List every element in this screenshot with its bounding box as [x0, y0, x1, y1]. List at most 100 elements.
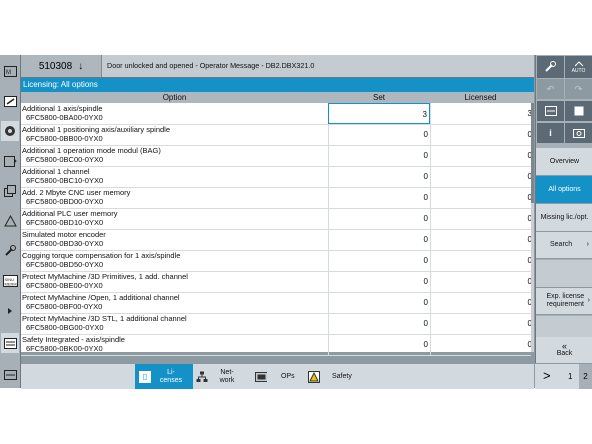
softkey-empty-5[interactable] — [536, 260, 592, 288]
set-value-cell[interactable]: 0 — [328, 187, 430, 208]
option-code: 6FC5800-0BB00-0YX0 — [26, 134, 103, 143]
licensed-value-cell: 0 — [430, 334, 532, 355]
option-code: 6FC5800-0BD00-0YX0 — [26, 197, 104, 206]
softkey-search[interactable]: Search › — [536, 232, 592, 259]
table-row[interactable]: Safety Integrated - axis/spindle 6FC5800-… — [21, 334, 532, 356]
diagnostics-warning-icon[interactable] — [1, 211, 19, 231]
set-value-cell[interactable]: 0 — [328, 145, 430, 166]
program-area-icon[interactable] — [1, 151, 19, 171]
page-navigation: > 1 2 — [535, 363, 592, 389]
licensed-value-cell: 3 — [430, 103, 532, 124]
option-name: Simulated motor encoder — [22, 230, 106, 239]
info-icon[interactable]: i — [537, 123, 564, 143]
table-row[interactable]: Additional 1 positioning axis/auxiliary … — [21, 124, 532, 146]
svg-text:M: M — [6, 70, 11, 76]
set-value-cell[interactable]: 0 — [328, 229, 430, 250]
licensed-value-cell: 0 — [430, 208, 532, 229]
option-name: Additional 1 axis/spindle — [22, 104, 103, 113]
expand-arrow-icon[interactable] — [1, 303, 19, 319]
auto-mode-icon[interactable]: AUTO — [565, 56, 592, 78]
softkey-overview[interactable]: Overview — [536, 148, 592, 176]
column-header-option: Option — [162, 93, 187, 102]
alarm-arrow-icon: ↓ — [78, 60, 84, 72]
softkey-ops-label: OPs — [281, 373, 295, 380]
table-row[interactable]: Add. 2 Mbyte CNC user memory 6FC5800-0BD0… — [21, 187, 532, 209]
softkey-export-label: Exp. license requirement — [546, 293, 585, 308]
set-value-cell[interactable]: 0 — [328, 313, 430, 334]
set-value-cell[interactable]: 0 — [328, 334, 430, 355]
undo-icon[interactable]: ↶ — [537, 79, 564, 99]
option-name: Safety Integrated - axis/spindle — [22, 335, 125, 344]
option-code: 6FC5800-0BD50-0YX0 — [26, 260, 104, 269]
setup-wrench-icon[interactable] — [1, 241, 19, 261]
program-manager-icon[interactable] — [1, 181, 19, 201]
screen-view-icon[interactable] — [1, 333, 19, 353]
set-value-cell[interactable]: 3 — [328, 103, 430, 124]
licensed-value-cell: 0 — [430, 166, 532, 187]
hmi-screen: M SINU MERIK 510308 ↓ Door unlocked and … — [0, 55, 592, 389]
page-title: Licensing: All options — [21, 78, 534, 92]
redo-icon[interactable]: ↷ — [565, 79, 592, 99]
machine-area-icon[interactable]: M — [1, 61, 19, 81]
softkey-all-options[interactable]: All options — [536, 176, 592, 204]
option-name: Add. 2 Mbyte CNC user memory — [22, 188, 131, 197]
startup-area-icon[interactable] — [1, 121, 19, 141]
option-code: 6FC5800-0BC10-0YX0 — [26, 176, 104, 185]
camera-icon[interactable] — [565, 123, 592, 143]
table-row[interactable]: Protect MyMachine /3D STL, 1 additional … — [21, 313, 532, 335]
table-row[interactable]: Simulated motor encoder 6FC5800-0BD30-0YX… — [21, 229, 532, 251]
option-code: 6FC5800-0BE00-0YX0 — [26, 281, 103, 290]
window-icon[interactable] — [565, 101, 592, 121]
table-row[interactable]: Cogging torque compensation for 1 axis/s… — [21, 250, 532, 272]
licensed-value-cell: 0 — [430, 124, 532, 145]
svg-text:MERIK: MERIK — [4, 282, 17, 287]
softkey-network[interactable]: Net-work — [194, 364, 252, 389]
softkey-missing-licenses[interactable]: Missing lic./opt. — [536, 204, 592, 232]
option-code: 6FC5800-0BK00-0YX0 — [26, 344, 103, 353]
page-1-button[interactable]: 1 — [568, 372, 572, 381]
set-value-cell[interactable]: 0 — [328, 250, 430, 271]
set-value-cell[interactable]: 0 — [328, 271, 430, 292]
softkey-licenses[interactable]: ▯ Li-censes — [135, 364, 193, 389]
options-table: Option Set Licensed Additional 1 axis/sp… — [21, 92, 534, 356]
scrollbar-thumb[interactable] — [531, 103, 534, 203]
network-icon — [196, 371, 208, 383]
licensed-value-cell: 0 — [430, 313, 532, 334]
alarm-number-box[interactable]: 510308 ↓ — [21, 55, 102, 77]
wrench-icon[interactable] — [537, 56, 564, 78]
page-2-button[interactable]: 2 — [579, 364, 592, 389]
column-header-licensed: Licensed — [464, 93, 497, 102]
table-row[interactable]: Additional PLC user memory 6FC5800-0BD10-… — [21, 208, 532, 230]
table-row[interactable]: Additional 1 operation mode modul (BAG) 6… — [21, 145, 532, 167]
softkey-safety-label: Safety — [332, 373, 352, 380]
set-value-cell[interactable]: 0 — [328, 166, 430, 187]
sinumerik-icon[interactable]: SINU MERIK — [1, 271, 19, 291]
set-value-cell[interactable]: 0 — [328, 292, 430, 313]
option-code: 6FC5800-0BD30-0YX0 — [26, 239, 104, 248]
softkey-export-license[interactable]: Exp. license requirement › — [536, 288, 592, 315]
softkey-safety[interactable]: Safety — [306, 364, 364, 389]
licensed-value-cell: 0 — [430, 292, 532, 313]
set-value-cell[interactable]: 0 — [328, 124, 430, 145]
next-page-button[interactable]: > — [543, 368, 551, 383]
table-row[interactable]: Additional 1 axis/spindle 6FC5800-0BA00-0… — [21, 103, 532, 125]
softkey-ops[interactable]: OPs — [253, 364, 305, 389]
table-header: Option Set Licensed — [21, 92, 534, 103]
table-scrollbar[interactable] — [531, 103, 534, 352]
option-code: 6FC5800-0BF00-0YX0 — [26, 302, 103, 311]
license-icon: ▯ — [139, 370, 151, 383]
set-value-cell[interactable]: 0 — [328, 208, 430, 229]
alarm-message: Door unlocked and opened - Operator Mess… — [107, 61, 315, 70]
table-row[interactable]: Additional 1 channel 6FC5800-0BC10-0YX0 0 0 — [21, 166, 532, 188]
softkey-back[interactable]: « Back — [536, 337, 592, 364]
option-name: Additional PLC user memory — [22, 209, 118, 218]
alarm-number: 510308 — [38, 60, 73, 72]
licensed-value-cell: 0 — [430, 250, 532, 271]
option-name: Additional 1 operation mode modul (BAG) — [22, 146, 161, 155]
parameter-area-icon[interactable] — [1, 91, 19, 111]
keyboard-icon[interactable] — [537, 101, 564, 121]
menu-select-icon[interactable] — [1, 365, 19, 385]
table-row[interactable]: Protect MyMachine /3D Primitives, 1 add.… — [21, 271, 532, 293]
vertical-softkey-bar: AUTO ↶ ↷ i Overview All options Missing … — [535, 55, 592, 388]
table-row[interactable]: Protect MyMachine /Open, 1 additional ch… — [21, 292, 532, 314]
